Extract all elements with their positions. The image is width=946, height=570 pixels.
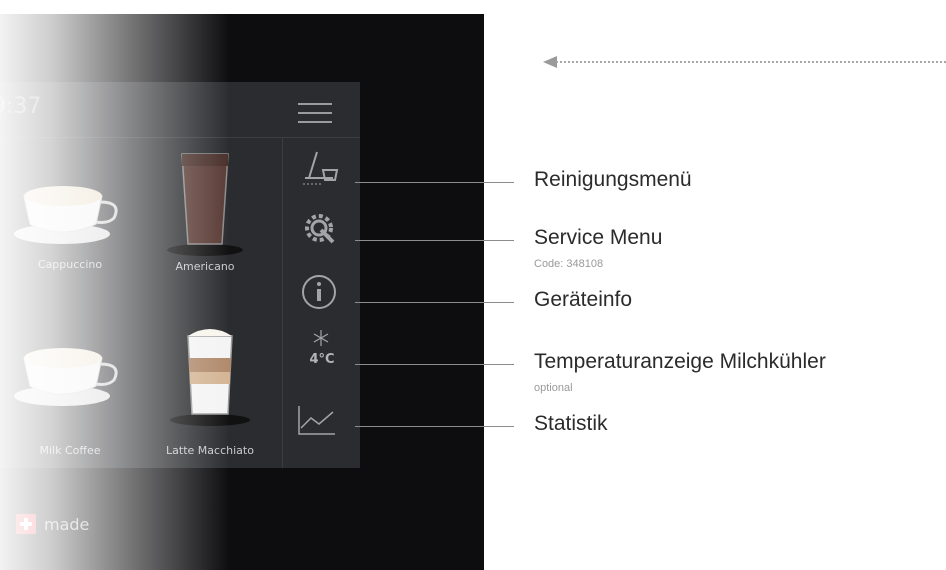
temperature-value: 4°C [309, 352, 335, 367]
sidebar: 4°C [282, 138, 361, 468]
product-label: Cappuccino [37, 258, 103, 271]
touch-screen: 9:37 Cappuccino [0, 82, 360, 468]
milk-cooler-temperature[interactable]: 4°C [283, 322, 361, 382]
callout-line-service [355, 240, 514, 241]
product-milk-coffee[interactable]: Milk Coffee [10, 324, 130, 457]
cappuccino-cup-icon [14, 186, 118, 244]
callout-line-info [355, 302, 514, 303]
product-label: Milk Coffee [39, 444, 101, 457]
snowflake-icon [313, 330, 329, 346]
product-grid: Cappuccino Americano Milk Coffee Latte M… [0, 138, 282, 468]
callout-statistics: Statistik [534, 412, 608, 435]
callout-device-info: Geräteinfo [534, 288, 633, 311]
callout-service-menu: Service Menu [534, 226, 663, 249]
service-gear-icon [305, 214, 335, 244]
machine-display: 9:37 Cappuccino [0, 14, 484, 570]
product-americano[interactable]: Americano [150, 148, 260, 288]
callout-temperature-note: optional [534, 382, 573, 394]
callout-cleaning-menu: Reinigungsmenü [534, 168, 692, 191]
product-latte-macchiato[interactable]: Latte Macchiato [150, 318, 270, 468]
cleaning-icon [303, 151, 339, 185]
callout-service-code: Code: 348108 [534, 258, 604, 270]
product-cappuccino[interactable]: Cappuccino [10, 162, 130, 282]
milk-coffee-cup-icon [14, 348, 118, 406]
service-menu-button[interactable] [283, 200, 361, 260]
callout-line-temperature [355, 364, 514, 365]
arrow-dotted-line [556, 61, 946, 63]
cleaning-menu-button[interactable] [283, 140, 361, 200]
statistics-chart-icon [298, 406, 335, 435]
swiss-cross-icon [16, 514, 36, 534]
device-info-button[interactable] [283, 262, 361, 322]
callout-temperature: Temperaturanzeige Milchkühler [534, 350, 826, 373]
arrow-left-icon [543, 56, 557, 68]
clock: 9:37 [0, 94, 42, 119]
statistics-button[interactable] [283, 388, 361, 448]
info-icon [302, 275, 336, 309]
callout-line-statistics [355, 426, 514, 427]
product-label: Latte Macchiato [166, 444, 254, 457]
menu-icon[interactable] [296, 102, 336, 124]
latte-macchiato-glass-icon [170, 329, 250, 426]
product-label: Americano [175, 260, 235, 273]
top-bar: 9:37 [0, 82, 360, 138]
made-label: made [44, 515, 90, 534]
callout-line-cleaning [355, 182, 514, 183]
americano-glass-icon [167, 153, 243, 256]
